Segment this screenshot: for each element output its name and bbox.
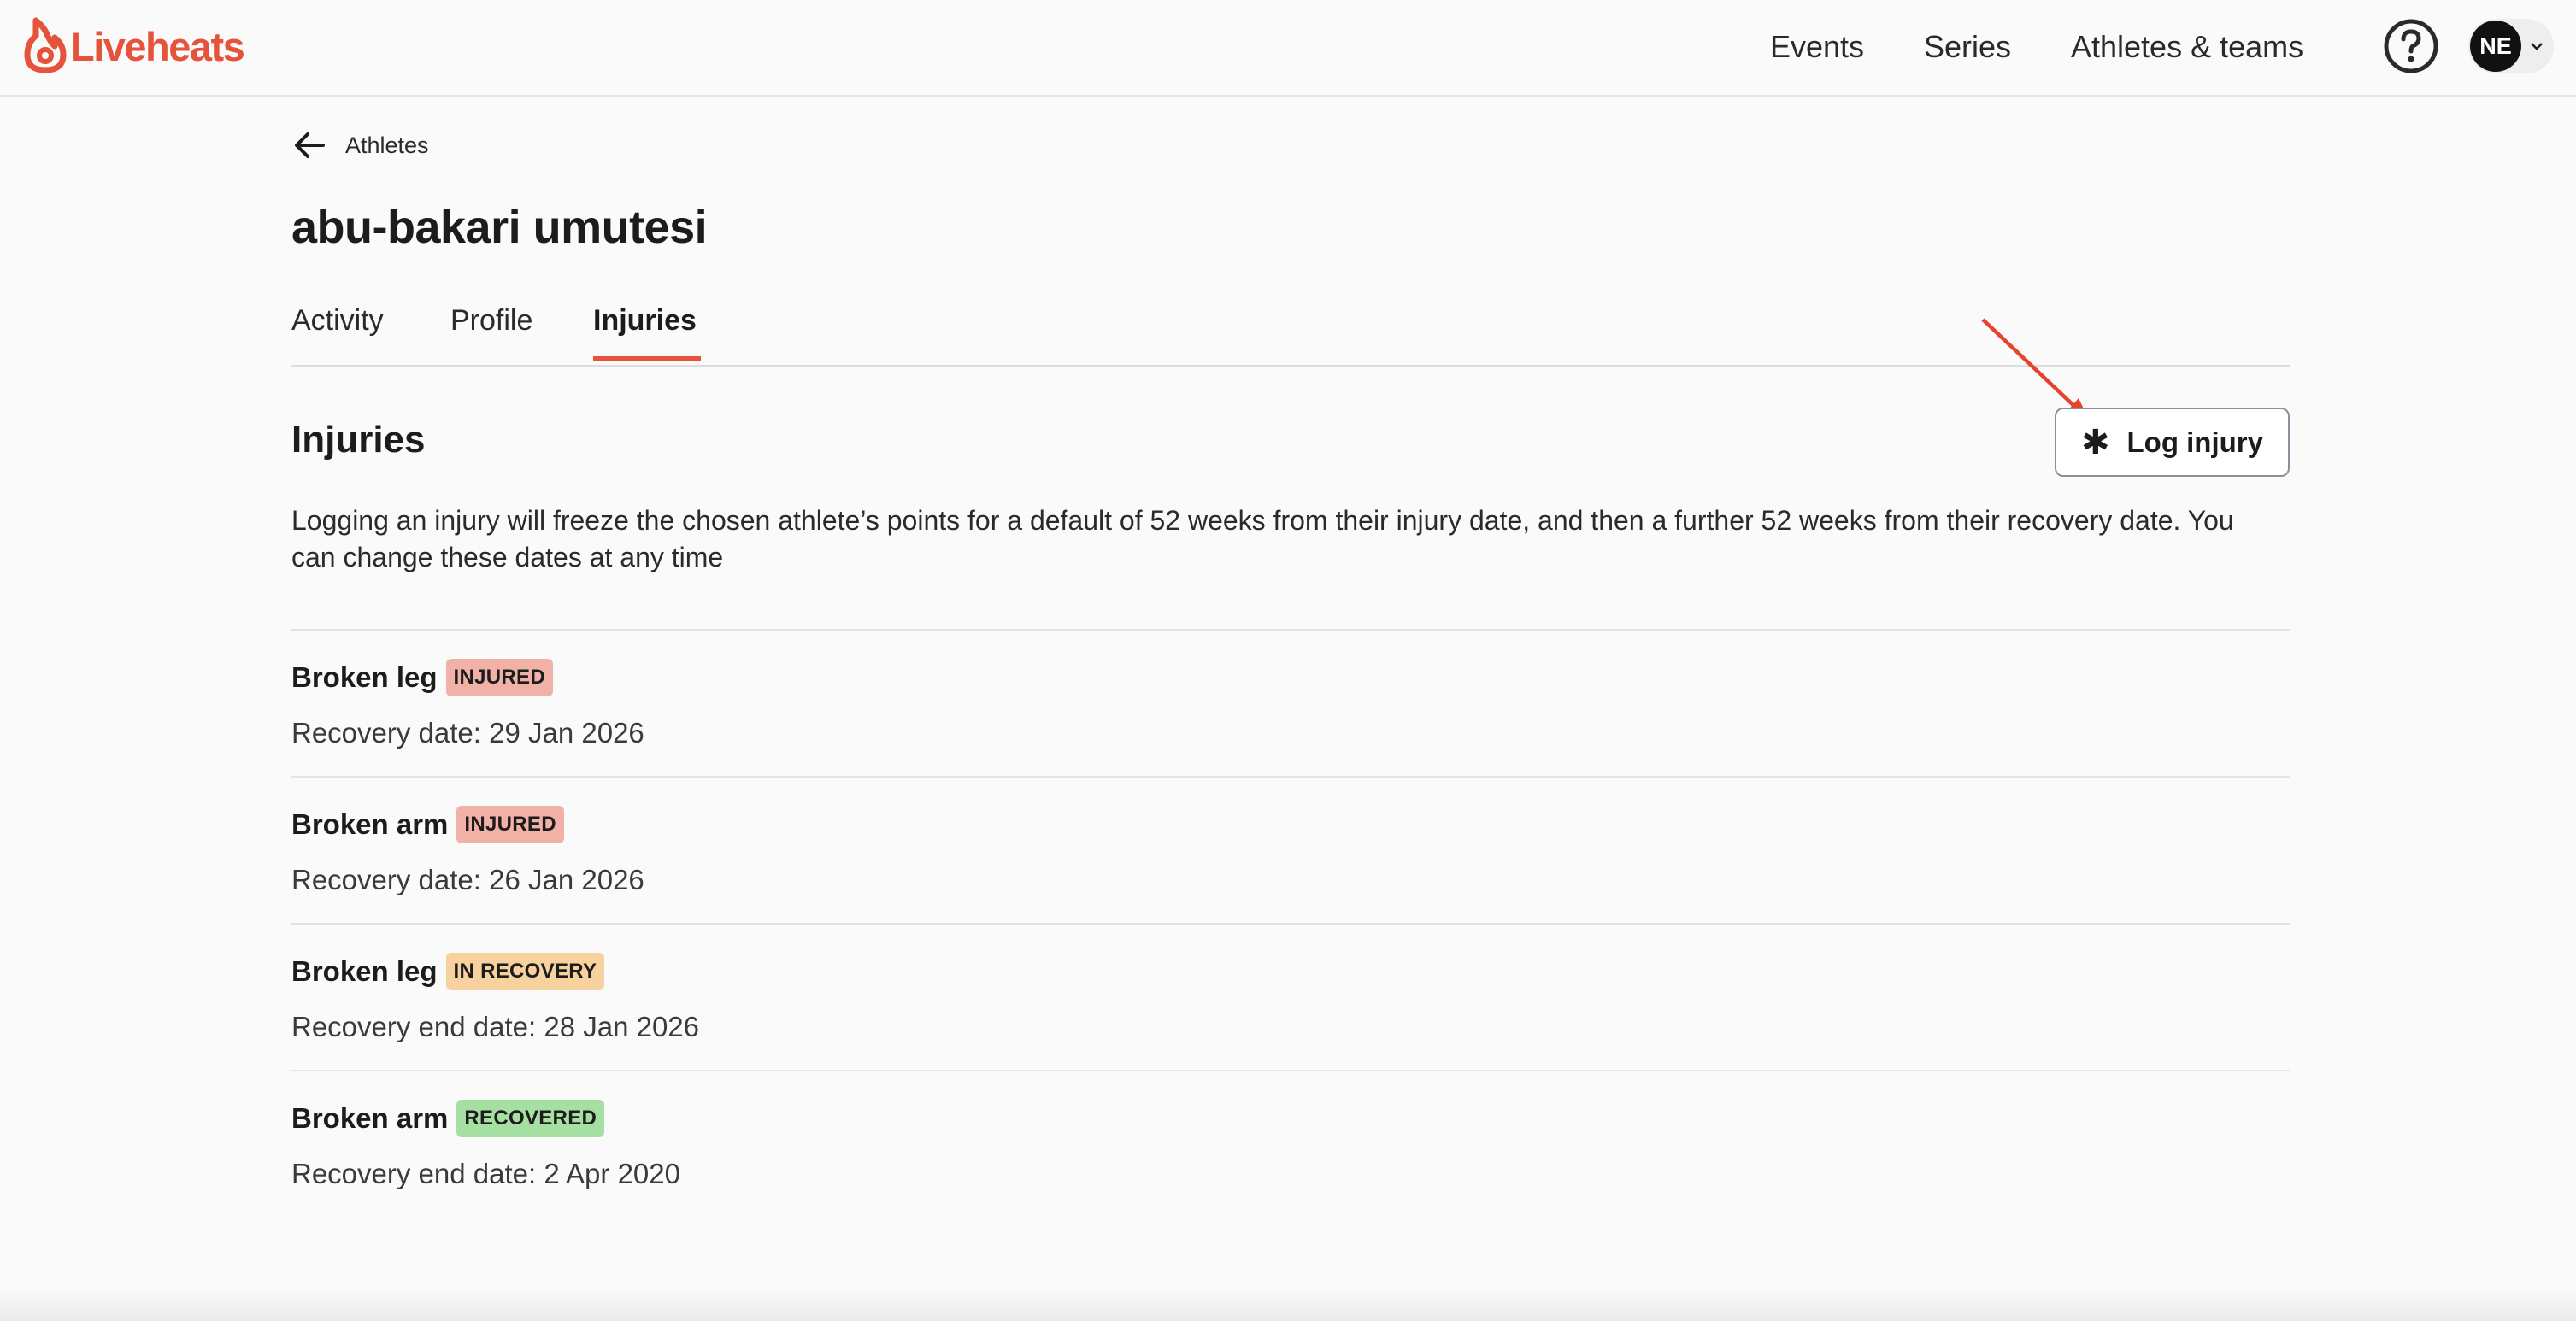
help-icon[interactable]	[2383, 18, 2439, 74]
injuries-heading: Injuries	[291, 419, 426, 461]
tab-profile[interactable]: Profile	[450, 299, 532, 342]
status-badge: INJURED	[445, 659, 553, 696]
log-injury-button[interactable]: ✱ Log injury	[2055, 408, 2290, 477]
top-nav-bar: Liveheats Events Series Athletes & teams…	[0, 0, 2576, 97]
tab-injuries[interactable]: Injuries	[593, 299, 697, 342]
page-title: abu-bakari umutesi	[291, 202, 708, 253]
chevron-down-icon	[2531, 43, 2543, 50]
status-badge: IN RECOVERY	[445, 953, 605, 990]
injury-date: Recovery date: 26 Jan 2026	[291, 864, 644, 895]
list-item[interactable]: Broken leg IN RECOVERY Recovery end date…	[291, 923, 2290, 1070]
injury-date: Recovery end date: 28 Jan 2026	[291, 1011, 700, 1042]
main-nav: Events Series Athletes & teams	[0, 26, 2576, 68]
injury-name: Broken arm	[291, 1102, 449, 1134]
injury-date: Recovery date: 29 Jan 2026	[291, 717, 644, 749]
nav-athletes-teams[interactable]: Athletes & teams	[2071, 26, 2303, 68]
list-item[interactable]: Broken leg INJURED Recovery date: 29 Jan…	[291, 629, 2290, 776]
active-tab-indicator	[593, 356, 701, 361]
status-badge: INJURED	[456, 806, 564, 843]
breadcrumb-label: Athletes	[345, 132, 429, 158]
injury-name: Broken leg	[291, 661, 438, 693]
status-badge: RECOVERED	[456, 1100, 605, 1137]
log-injury-label: Log injury	[2126, 426, 2264, 458]
back-to-athletes-link[interactable]: Athletes	[291, 126, 429, 164]
arrow-left-icon	[295, 132, 325, 158]
list-item[interactable]: Broken arm INJURED Recovery date: 26 Jan…	[291, 776, 2290, 923]
bottom-shadow	[0, 1290, 2576, 1321]
injury-list: Broken leg INJURED Recovery date: 29 Jan…	[291, 629, 2290, 1217]
tab-activity[interactable]: Activity	[291, 299, 384, 342]
nav-series[interactable]: Series	[1924, 26, 2011, 68]
injury-name: Broken arm	[291, 808, 449, 840]
list-item[interactable]: Broken arm RECOVERED Recovery end date: …	[291, 1070, 2290, 1217]
nav-events[interactable]: Events	[1770, 26, 1864, 68]
avatar: NE	[2470, 21, 2521, 72]
injuries-description: Logging an injury will freeze the chosen…	[291, 505, 2234, 572]
asterisk-icon: ✱	[2080, 423, 2110, 461]
injury-date: Recovery end date: 2 Apr 2020	[291, 1158, 680, 1189]
injury-name: Broken leg	[291, 955, 438, 987]
user-menu[interactable]: NE	[2468, 19, 2554, 73]
